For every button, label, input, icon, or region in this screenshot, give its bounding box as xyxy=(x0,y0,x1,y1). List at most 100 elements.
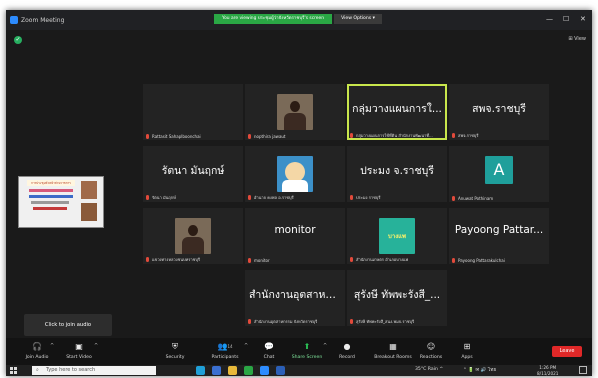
edge-icon[interactable] xyxy=(196,366,205,375)
shield-icon: ⛨ xyxy=(172,342,178,351)
participant-video xyxy=(277,94,313,130)
participants-icon: 👥14 xyxy=(217,342,233,351)
participant-avatar: A xyxy=(485,156,513,184)
participant-tile[interactable]: สุรังษี ทัพพะรังสี_... สุรังษี ทัพพะรังสี… xyxy=(347,270,447,326)
join-audio-popup[interactable]: Click to join audio xyxy=(24,314,112,336)
participant-name-label: nopthira jawaut xyxy=(247,134,286,139)
minimize-button[interactable]: — xyxy=(546,15,553,24)
participants-count: 14 xyxy=(227,344,233,349)
participant-tile[interactable]: บางแพสำนักงานเกษตร อำเภอบางแพ xyxy=(347,208,447,264)
participant-tile[interactable]: A Anuwat Pothinam xyxy=(449,146,549,202)
clock-time: 1:26 PM xyxy=(539,365,557,370)
record-icon: ● xyxy=(343,342,351,351)
file-explorer-icon[interactable] xyxy=(228,366,237,375)
zoom-window: Zoom Meeting You are viewing ประชุมผู้ว่… xyxy=(6,10,592,376)
shared-screen-thumbnail[interactable]: การประชุมหัวหน้าส่วนราชการ xyxy=(18,176,104,228)
participant-name-label: สุรังษี ทัพพะรังสี_สนง.พมจ.ราชบุรี xyxy=(349,318,414,325)
participant-name-label: Anuwat Pothinam xyxy=(451,196,493,201)
participant-display-name: กลุ่มวางแผนการใ... xyxy=(352,103,442,115)
participant-name-label: สพจ.ราชบุรี xyxy=(451,132,479,139)
zoom-taskbar-icon[interactable] xyxy=(260,366,269,375)
participant-name: สุรังษี ทัพพะรังสี_สนง.พมจ.ราชบุรี xyxy=(356,319,415,324)
participant-tile[interactable]: อำนาจ คงพล อ.ราชบุรี xyxy=(245,146,345,202)
share-header: การประชุมหัวหน้าส่วนราชการ xyxy=(27,180,75,186)
participant-name-label: สำนักงานอุตสาหกรรม จังหวัดราชบุรี xyxy=(247,318,317,325)
taskbar-search-box[interactable]: ⌕ Type here to search xyxy=(32,366,156,375)
maximize-button[interactable]: ☐ xyxy=(563,15,569,24)
mic-muted-icon xyxy=(349,257,354,262)
weather-widget[interactable]: 35°C Rain ^ xyxy=(415,367,443,372)
view-options-button[interactable]: View Options ▾ xyxy=(334,14,382,24)
windows-start-icon[interactable] xyxy=(10,367,17,374)
leave-button[interactable]: Leave xyxy=(552,346,582,357)
windows-taskbar: ⌕ Type here to search 35°C Rain ^ ⌃ 🔋 ✉ … xyxy=(6,365,592,376)
participant-display-name: สุรังษี ทัพพะรังสี_... xyxy=(353,289,441,301)
participant-tile[interactable]: ประมง จ.ราชบุรีประมง ราชบุรี xyxy=(347,146,447,202)
participant-profile-picture xyxy=(277,156,313,192)
mic-muted-icon xyxy=(145,195,150,200)
participant-name: สำนักงานอุตสาหกรรม จังหวัดราชบุรี xyxy=(254,319,318,324)
task-view-icon[interactable] xyxy=(212,366,221,375)
participant-name-label: สำนักงานเกษตร อำเภอบางแพ xyxy=(349,256,408,263)
zoom-app-icon xyxy=(10,16,18,24)
close-button[interactable]: ✕ xyxy=(580,15,586,24)
security-button[interactable]: ⛨ Security xyxy=(150,341,200,360)
notifications-icon[interactable] xyxy=(579,366,587,374)
participant-display-name: monitor xyxy=(274,224,316,236)
participant-tile[interactable]: สพจ.ราชบุรี สพจ.ราชบุรี xyxy=(449,84,549,140)
mic-muted-icon xyxy=(247,258,252,263)
meeting-toolbar: 🎧 Join Audio ^ ▣ Start Video ^ ⛨ Securit… xyxy=(6,338,592,365)
apps-button[interactable]: ⊞ Apps xyxy=(442,341,492,360)
participant-name: แขวงทางหลวงชนบทราชบุรี xyxy=(152,257,201,262)
participant-tile[interactable]: กลุ่มวางแผนการใ... กลุ่มวางแผนการใช้ที่ดิ… xyxy=(347,84,447,140)
participant-tile[interactable]: Payoong Pattar... Payoong Pattarakulchai xyxy=(449,208,549,264)
participant-name: กลุ่มวางแผนการใช้ที่ดิน สำนักงานพัฒนาที่… xyxy=(356,133,433,138)
gallery-grid: Rattasit Sahaplboonchai nopthira jawaut กล… xyxy=(139,80,549,345)
search-icon: ⌕ xyxy=(36,367,39,373)
participant-name-label: รัตนา มันฤกษ์ xyxy=(145,194,176,201)
share-photo xyxy=(81,181,97,199)
title-bar: Zoom Meeting You are viewing ประชุมผู้ว่… xyxy=(6,10,592,30)
participant-name-label: Rattasit Sahaplboonchai xyxy=(145,134,201,139)
participants-button[interactable]: 👥14 Participants xyxy=(200,341,250,360)
participant-name-label: Payoong Pattarakulchai xyxy=(451,258,505,263)
view-button[interactable]: ⊞ View xyxy=(568,36,586,42)
window-title: Zoom Meeting xyxy=(21,17,65,24)
mic-muted-icon xyxy=(451,133,456,138)
participant-tile[interactable]: แขวงทางหลวงชนบทราชบุรี xyxy=(143,208,243,264)
mic-muted-icon xyxy=(349,133,354,138)
share-photo xyxy=(81,203,97,221)
logo-text: บางแพ xyxy=(388,233,406,240)
participant-tile[interactable]: รัตนา มันฤกษ์ รัตนา มันฤกษ์ xyxy=(143,146,243,202)
participant-tile[interactable]: nopthira jawaut xyxy=(245,84,345,140)
system-tray-icons[interactable]: ⌃ 🔋 ✉ 🔊 ไทย xyxy=(463,367,496,374)
participant-video xyxy=(175,218,211,254)
participant-name: อำนาจ คงพล อ.ราชบุรี xyxy=(254,195,294,200)
clock[interactable]: 1:26 PM 8/11/2021 xyxy=(537,365,558,376)
participant-name: สพจ.ราชบุรี xyxy=(458,133,479,138)
participant-name: รัตนา มันฤกษ์ xyxy=(152,195,176,200)
mic-muted-icon xyxy=(247,134,252,139)
participant-tile[interactable]: monitor monitor xyxy=(245,208,345,264)
record-button[interactable]: ● Record xyxy=(322,341,372,360)
participant-logo: บางแพ xyxy=(379,218,415,254)
video-options-caret[interactable]: ^ xyxy=(94,343,98,349)
apps-icon: ⊞ xyxy=(463,342,471,351)
participant-tile[interactable]: สำนักงานอุตสาหก... สำนักงานอุตสาหกรรม จัง… xyxy=(245,270,345,326)
encryption-shield-icon[interactable]: ✓ xyxy=(14,36,22,44)
word-icon[interactable] xyxy=(276,366,285,375)
participant-display-name: ประมง จ.ราชบุรี xyxy=(360,165,434,177)
participant-name-label: แขวงทางหลวงชนบทราชบุรี xyxy=(145,256,200,263)
participant-tile[interactable]: Rattasit Sahaplboonchai xyxy=(143,84,243,140)
line-app-icon[interactable] xyxy=(244,366,253,375)
participant-name-label: กลุ่มวางแผนการใช้ที่ดิน สำนักงานพัฒนาที่… xyxy=(349,132,433,139)
participant-display-name: สำนักงานอุตสาหก... xyxy=(249,289,342,301)
mic-muted-icon xyxy=(145,257,150,262)
participant-name-label: ประมง ราชบุรี xyxy=(349,194,381,201)
participant-display-name: รัตนา มันฤกษ์ xyxy=(161,165,225,177)
mic-muted-icon xyxy=(145,134,150,139)
participant-name: Anuwat Pothinam xyxy=(458,196,494,201)
mic-muted-icon xyxy=(451,196,456,201)
participant-name: ประมง ราชบุรี xyxy=(356,195,381,200)
participant-name: Payoong Pattarakulchai xyxy=(458,258,505,263)
